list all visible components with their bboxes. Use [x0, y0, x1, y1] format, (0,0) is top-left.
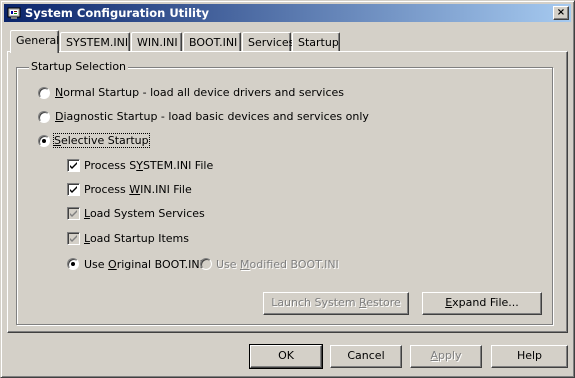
selective-startup-radio[interactable] [38, 135, 50, 147]
tab-win-ini[interactable]: WIN.INI [131, 32, 182, 52]
use-original-boot-ini-radio[interactable] [67, 258, 79, 270]
msconfig-icon [7, 7, 21, 19]
tab-general[interactable]: General [10, 30, 59, 53]
tab-boot-ini[interactable]: BOOT.INI [183, 32, 241, 52]
selective-startup-label[interactable]: Selective Startup [53, 133, 150, 148]
ok-button[interactable]: OK [249, 344, 323, 369]
system-configuration-window: System Configuration Utility × General S… [0, 0, 575, 378]
load-startup-items-label[interactable]: Load Startup Items [84, 232, 189, 245]
tab-system-ini[interactable]: SYSTEM.INI [60, 32, 130, 52]
tab-services[interactable]: Services [242, 32, 295, 52]
expand-file-button[interactable]: Expand File... [422, 292, 542, 315]
launch-system-restore-button[interactable]: Launch System Restore [263, 292, 409, 315]
window-title: System Configuration Utility [25, 6, 209, 20]
use-original-boot-ini-label[interactable]: Use Original BOOT.INI [84, 258, 203, 271]
close-button[interactable]: × [553, 6, 569, 20]
tab-label: WIN.INI [137, 36, 178, 49]
title-bar[interactable]: System Configuration Utility × [4, 4, 571, 22]
use-modified-boot-ini-label[interactable]: Use Modified BOOT.INI [216, 258, 339, 271]
group-label: Startup Selection [29, 60, 129, 73]
tab-label: Services [248, 36, 295, 49]
load-system-services-checkbox[interactable] [67, 207, 80, 220]
process-system-ini-checkbox[interactable] [67, 159, 80, 172]
diagnostic-startup-label[interactable]: Diagnostic Startup - load basic devices … [55, 110, 369, 123]
cancel-button[interactable]: Cancel [330, 345, 402, 368]
checkmark-icon [70, 210, 77, 217]
use-modified-boot-ini-radio[interactable] [200, 258, 212, 270]
tab-label: Startup [298, 36, 339, 49]
tab-label: SYSTEM.INI [66, 36, 129, 49]
help-button[interactable]: Help [491, 345, 568, 368]
close-icon: × [556, 7, 566, 18]
tab-startup[interactable]: Startup [292, 32, 340, 52]
checkmark-icon [70, 186, 77, 193]
startup-selection-group [16, 67, 553, 325]
process-win-ini-label[interactable]: Process WIN.INI File [84, 183, 192, 196]
normal-startup-label[interactable]: Normal Startup - load all device drivers… [55, 86, 344, 99]
checkmark-icon [70, 235, 77, 242]
tab-label: BOOT.INI [189, 36, 238, 49]
process-win-ini-checkbox[interactable] [67, 183, 80, 196]
load-startup-items-checkbox[interactable] [67, 232, 80, 245]
process-system-ini-label[interactable]: Process SYSTEM.INI File [84, 159, 213, 172]
diagnostic-startup-radio[interactable] [38, 111, 50, 123]
tab-label: General [16, 34, 60, 47]
normal-startup-radio[interactable] [38, 87, 50, 99]
apply-button[interactable]: Apply [410, 345, 482, 368]
checkmark-icon [70, 162, 77, 169]
load-system-services-label[interactable]: Load System Services [84, 207, 205, 220]
